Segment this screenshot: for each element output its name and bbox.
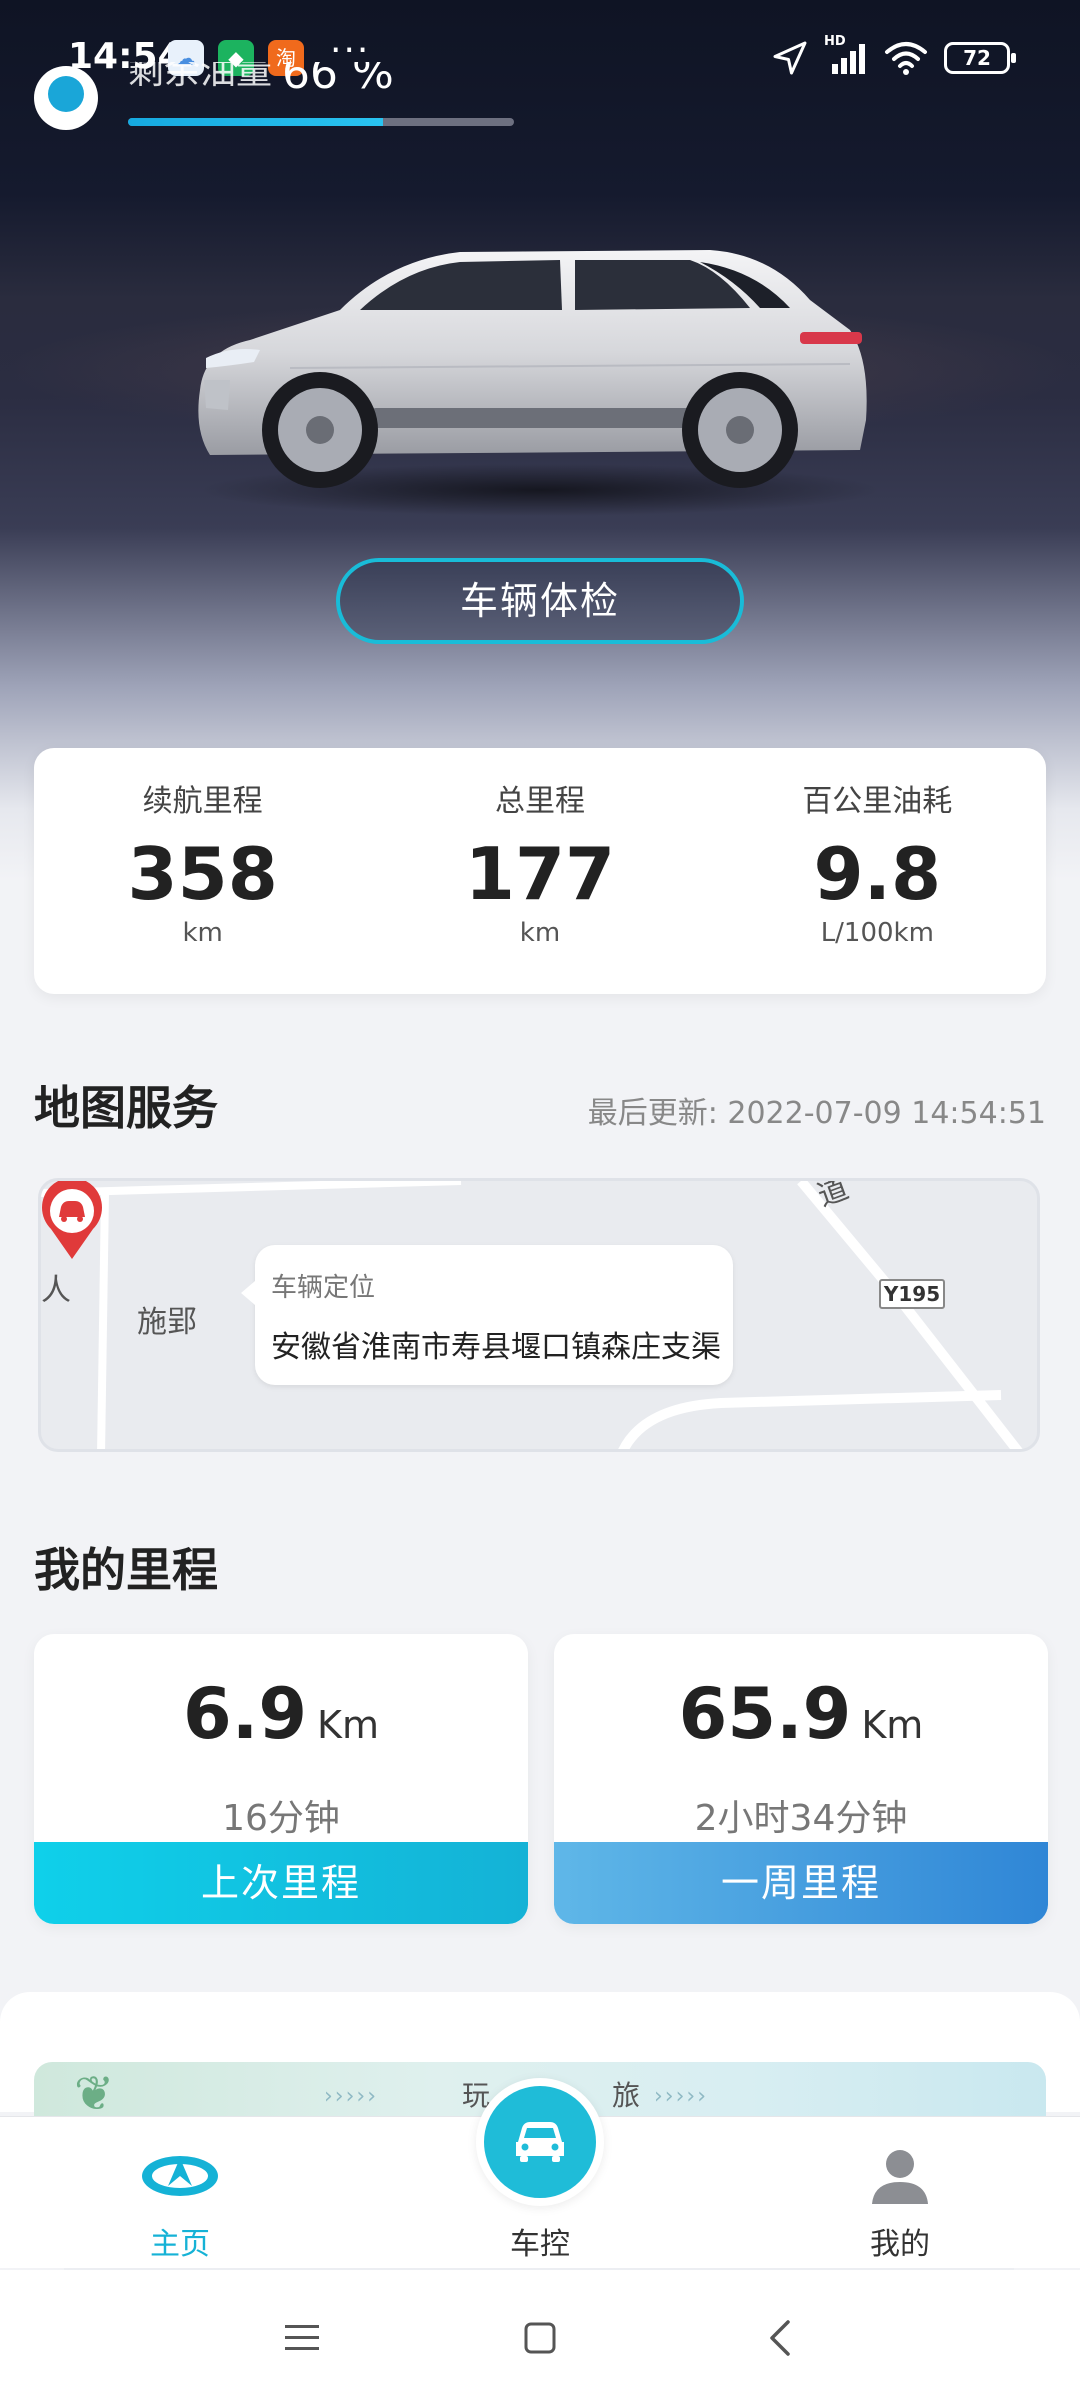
stat-unit: km	[182, 918, 223, 948]
last-trip-label: 上次里程	[34, 1842, 528, 1924]
stat-value: 9.8	[813, 832, 942, 916]
last-trip-card[interactable]: 6.9 Km 16分钟 上次里程	[34, 1634, 528, 1924]
banner-text: 旅	[612, 2079, 641, 2112]
stat-value: 177	[464, 832, 616, 916]
system-navigation-bar	[0, 2270, 1080, 2400]
stat-fuel-consumption: 百公里油耗 9.8 L/100km	[709, 748, 1046, 994]
trip-distance-unit: Km	[861, 1703, 924, 1747]
car-control-button[interactable]	[476, 2078, 604, 2206]
battery-icon: 72	[944, 42, 1016, 74]
stat-range: 续航里程 358 km	[34, 748, 371, 994]
leaf-decoration-icon: ❦	[74, 2066, 115, 2122]
car-location-pin-icon	[42, 1181, 102, 1259]
nav-home-label: 主页	[150, 2227, 210, 2262]
home-square-icon[interactable]	[510, 2310, 570, 2366]
stat-label: 百公里油耗	[802, 784, 953, 819]
network-type-label: HD	[824, 34, 846, 49]
vehicle-image	[198, 250, 880, 516]
fuel-gauge-icon	[34, 66, 98, 130]
stat-label: 总里程	[494, 784, 585, 819]
map-section-title: 地图服务	[34, 1081, 218, 1135]
vehicle-address: 安徽省淮南市寿县堰口镇森庄支渠	[271, 1330, 721, 1365]
menu-icon[interactable]	[272, 2310, 332, 2366]
nav-mine[interactable]: 我的	[820, 2141, 980, 2263]
map-place-label: 施郢	[137, 1305, 197, 1340]
vehicle-check-button[interactable]: 车辆体检	[336, 558, 744, 644]
wifi-icon	[885, 42, 927, 75]
stat-unit: km	[519, 918, 561, 948]
trip-distance: 6.9 Km	[34, 1674, 528, 1765]
stat-unit: L/100km	[820, 918, 934, 948]
person-icon	[872, 2150, 928, 2204]
chevron-decoration-icon: ›››››	[654, 2084, 708, 2109]
stat-total-mileage: 总里程 177 km	[371, 748, 708, 994]
chevron-decoration-icon: ›››››	[324, 2084, 378, 2109]
fuel-label: 剩余油量	[128, 62, 273, 92]
fuel-progress-fill	[128, 118, 383, 126]
trip-distance-value: 6.9	[183, 1673, 308, 1755]
trip-distance-unit: Km	[317, 1703, 379, 1747]
nav-home[interactable]: 主页	[100, 2141, 260, 2263]
location-bubble[interactable]: 车辆定位 安徽省淮南市寿县堰口镇森庄支渠	[241, 1245, 733, 1385]
trip-duration: 2小时34分钟	[694, 1798, 908, 1839]
fuel-value: 66 %	[282, 62, 394, 99]
fuel-progress-bar	[128, 118, 514, 126]
week-trip-label: 一周里程	[554, 1842, 1048, 1924]
map-place-label: 人	[41, 1273, 71, 1308]
stat-label: 续航里程	[142, 784, 263, 819]
mileage-section-title: 我的里程	[34, 1543, 218, 1597]
week-trip-card[interactable]: 65.9 Km 2小时34分钟 一周里程	[554, 1634, 1048, 1924]
map-last-update: 最后更新: 2022-07-09 14:54:51	[587, 1096, 1046, 1131]
trip-duration: 16分钟	[222, 1798, 340, 1839]
trip-distance: 65.9 Km	[554, 1674, 1048, 1765]
location-icon	[773, 41, 807, 75]
trip-distance-value: 65.9	[678, 1673, 852, 1755]
nav-mine-label: 我的	[870, 2227, 930, 2262]
road-sign: Y195	[879, 1279, 945, 1309]
nav-control-label: 车控	[510, 2227, 570, 2262]
signal-icon: HD	[824, 34, 868, 76]
vehicle-location-map[interactable]: 人 施郢 道 Y195 车辆定位 安徽省淮南市寿县堰口镇森庄支渠	[38, 1178, 1040, 1452]
status-indicators: HD 72	[772, 34, 1016, 80]
car-icon	[516, 2122, 564, 2162]
home-logo-icon	[142, 2156, 218, 2196]
vehicle-stats-card: 续航里程 358 km 总里程 177 km 百公里油耗 9.8 L/100km	[34, 748, 1046, 994]
location-bubble-label: 车辆定位	[271, 1273, 376, 1303]
stat-value: 358	[127, 832, 278, 916]
back-icon[interactable]	[750, 2310, 810, 2366]
